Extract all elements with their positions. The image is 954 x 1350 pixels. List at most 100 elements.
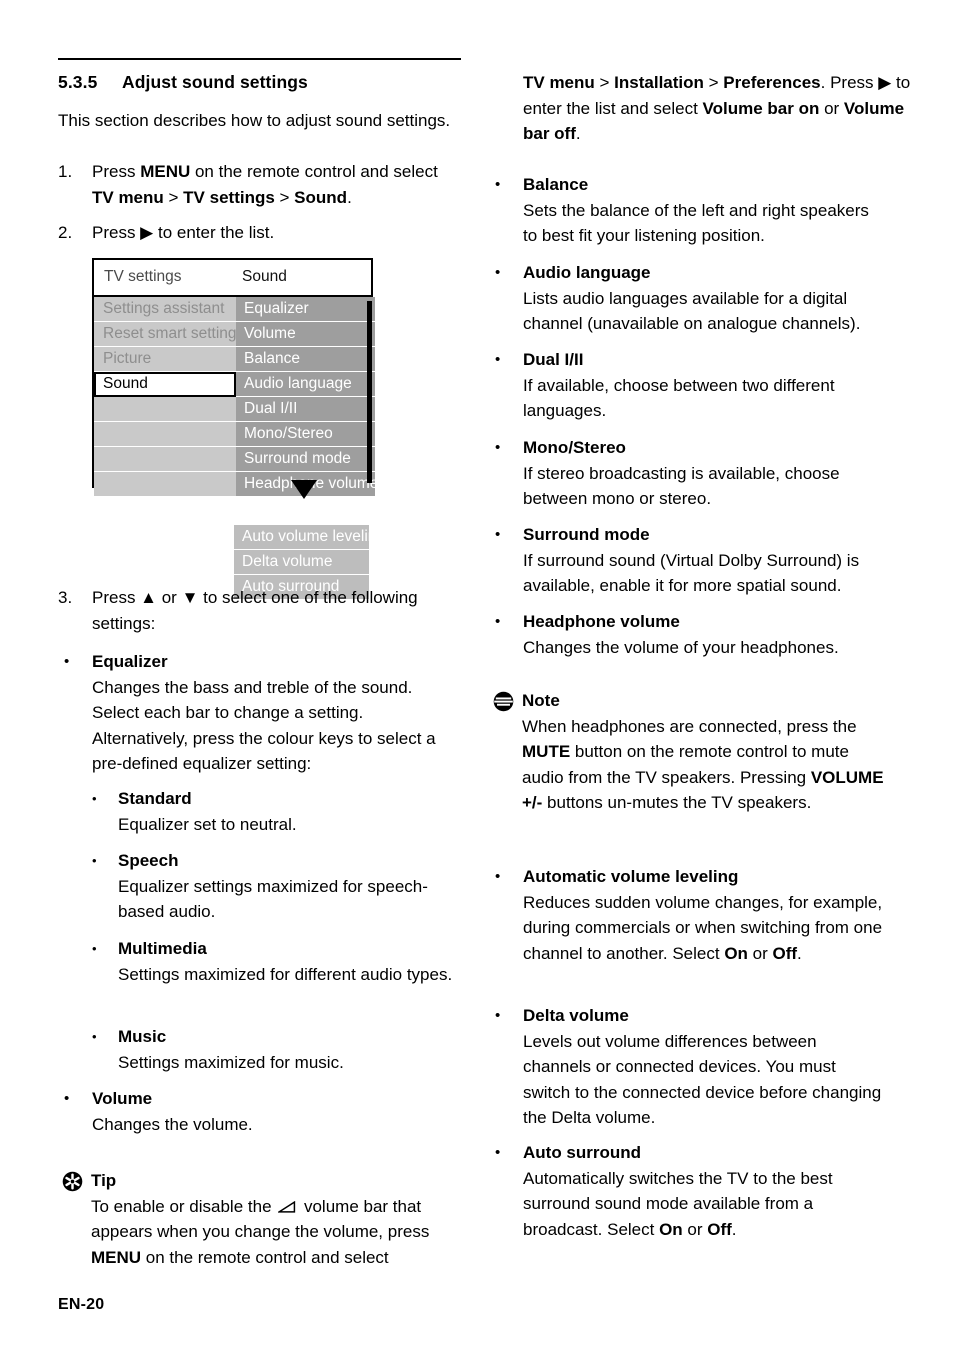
avl-bold-on: On xyxy=(724,943,748,963)
step-3-number: 3. xyxy=(58,588,73,607)
tip-body-pre: To enable or disable the xyxy=(91,1196,277,1216)
step-1: 1. Press MENU on the remote control and … xyxy=(58,159,460,211)
tip-callout: Tip To enable or disable the volume bar … xyxy=(60,1168,462,1270)
bullet-auto-surround-term: Auto surround xyxy=(523,1143,642,1162)
note-part1: When headphones are connected, press the xyxy=(522,716,857,736)
tv-submenu-item-dual-i-ii[interactable]: Dual I/II xyxy=(236,397,375,422)
bullet-dual-i-ii-term: Dual I/II xyxy=(523,350,584,369)
tv-menu-item-picture[interactable]: Picture xyxy=(94,347,236,372)
tv-menu-item-blank-4 xyxy=(94,472,236,497)
bullet-dot-icon: • xyxy=(495,264,501,281)
tv-submenu-item-surround-mode[interactable]: Surround mode xyxy=(236,447,375,472)
section-number: 5.3.5 xyxy=(58,72,98,92)
subbullet-dot-icon: • xyxy=(92,1029,97,1044)
tv-menu-item-sound-selected[interactable]: Sound xyxy=(94,372,236,397)
tv-submenu-item-equalizer[interactable]: Equalizer xyxy=(236,297,375,322)
as-part3: . xyxy=(731,1219,737,1239)
tv-menu-header-right: Sound xyxy=(242,268,287,285)
subbullet-speech-term: Speech xyxy=(118,851,179,870)
bullet-surround-mode-term: Surround mode xyxy=(523,525,650,544)
bullet-balance-desc: Sets the balance of the left and right s… xyxy=(523,200,869,246)
page-footer: EN-20 xyxy=(58,1296,105,1313)
step-3: 3. Press ▲ or ▼ to select one of the fol… xyxy=(58,585,462,637)
tv-menu-item-blank-3 xyxy=(94,447,236,472)
bullet-dual-i-ii: • Dual I/II If available, choose between… xyxy=(489,347,884,424)
bullet-automatic-volume-leveling-desc: Reduces sudden volume changes, for examp… xyxy=(523,893,882,963)
note-body: When headphones are connected, press the… xyxy=(522,714,891,816)
bullet-mono-stereo: • Mono/Stereo If stereo broadcasting is … xyxy=(489,435,884,512)
volume-bar-icon xyxy=(276,1195,297,1213)
section-title: Adjust sound settings xyxy=(122,72,308,92)
bullet-dot-icon: • xyxy=(495,351,501,368)
bullet-dual-i-ii-desc: If available, choose between two differe… xyxy=(523,375,835,421)
bullet-dot-icon: • xyxy=(64,1090,70,1107)
tv-menu-item-blank-1 xyxy=(94,397,236,422)
bullet-surround-mode: • Surround mode If surround sound (Virtu… xyxy=(489,522,884,599)
subbullet-multimedia: • Multimedia Settings maximized for diff… xyxy=(92,936,462,987)
note-lines-icon xyxy=(493,691,514,712)
step-3-text: Press ▲ or ▼ to select one of the follow… xyxy=(92,588,418,633)
bullet-audio-language-term: Audio language xyxy=(523,263,651,282)
bullet-audio-language-desc: Lists audio languages available for a di… xyxy=(523,288,861,334)
intro-paragraph: This section describes how to adjust sou… xyxy=(58,111,451,130)
tv-menu-right-column: Equalizer Volume Balance Audio language … xyxy=(236,297,375,497)
tip-body-bold: MENU xyxy=(91,1247,142,1267)
note-part3: buttons un-mutes the TV speakers. xyxy=(542,793,812,812)
tv-menu-scrollbar[interactable] xyxy=(367,301,372,483)
tv-submenu-item-delta-volume[interactable]: Delta volume xyxy=(234,550,369,575)
bullet-volume-desc: Changes the volume. xyxy=(92,1114,253,1134)
bullet-headphone-volume-desc: Changes the volume of your headphones. xyxy=(523,637,839,657)
avl-bold-off: Off xyxy=(772,943,798,963)
subbullet-dot-icon: • xyxy=(92,791,97,806)
tv-menu-item-settings-assistant[interactable]: Settings assistant xyxy=(94,297,236,322)
bullet-equalizer-term: Equalizer xyxy=(92,652,168,671)
subbullet-music-term: Music xyxy=(118,1027,167,1046)
tv-submenu-item-audio-language[interactable]: Audio language xyxy=(236,372,375,397)
bullet-auto-surround-desc: Automatically switches the TV to the bes… xyxy=(523,1169,833,1239)
tv-submenu-item-mono-stereo[interactable]: Mono/Stereo xyxy=(236,422,375,447)
subbullet-standard-term: Standard xyxy=(118,789,192,808)
step-2-text: Press ▶ to enter the list. xyxy=(92,223,275,242)
bullet-balance: • Balance Sets the balance of the left a… xyxy=(489,172,884,249)
tv-menu-item-reset-smart-settings[interactable]: Reset smart settings xyxy=(94,322,236,347)
bullet-dot-icon: • xyxy=(495,613,501,630)
avl-part1: Reduces sudden volume changes, for examp… xyxy=(523,892,883,963)
note-part2: button on the remote control to mute aud… xyxy=(522,742,849,787)
tv-submenu-item-auto-volume-leveling[interactable]: Auto volume leveling xyxy=(234,525,369,550)
as-part2: or xyxy=(682,1219,708,1239)
bullet-dot-icon: • xyxy=(495,176,501,193)
bullet-equalizer-desc: Changes the bass and treble of the sound… xyxy=(92,677,436,774)
subbullet-dot-icon: • xyxy=(92,941,97,956)
bullet-dot-icon: • xyxy=(495,526,501,543)
continuation-paragraph: TV menu > Installation > Preferences. Pr… xyxy=(523,73,911,143)
tv-menu-left-column: Settings assistant Reset smart settings … xyxy=(94,297,236,497)
tv-menu-item-blank-2 xyxy=(94,422,236,447)
scroll-down-triangle-icon xyxy=(291,480,317,499)
bullet-volume: • Volume Changes the volume. xyxy=(58,1086,453,1137)
tv-menu-frame: TV settings Sound Settings assistant Res… xyxy=(92,258,375,497)
bullet-dot-icon: • xyxy=(495,1144,501,1161)
step-2: 2. Press ▶ to enter the list. xyxy=(58,220,460,246)
note-callout: Note When headphones are connected, pres… xyxy=(491,688,891,816)
bullet-balance-term: Balance xyxy=(523,175,589,194)
note-bold-mute: MUTE xyxy=(522,742,571,761)
bullet-dot-icon: • xyxy=(64,653,70,670)
tip-asterisk-icon xyxy=(62,1171,83,1192)
subbullet-multimedia-term: Multimedia xyxy=(118,939,207,958)
step-1-number: 1. xyxy=(58,162,73,181)
avl-part3: . xyxy=(797,943,802,963)
tv-submenu-item-volume[interactable]: Volume xyxy=(236,322,375,347)
bullet-delta-volume: • Delta volume Levels out volume differe… xyxy=(489,1003,884,1131)
avl-part2: or xyxy=(747,943,773,963)
subbullet-standard: • Standard Equalizer set to neutral. xyxy=(92,786,462,837)
tv-submenu-item-balance[interactable]: Balance xyxy=(236,347,375,372)
subbullet-music: • Music Settings maximized for music. xyxy=(92,1024,462,1075)
tip-body-post: on the remote control and select xyxy=(141,1247,389,1267)
subbullet-music-desc: Settings maximized for music. xyxy=(118,1052,344,1072)
step-2-number: 2. xyxy=(58,223,73,242)
bullet-auto-surround: • Auto surround Automatically switches t… xyxy=(489,1140,884,1242)
bullet-delta-volume-desc: Levels out volume differences between ch… xyxy=(523,1031,882,1128)
bullet-surround-mode-desc: If surround sound (Virtual Dolby Surroun… xyxy=(523,550,860,596)
header-rule xyxy=(58,58,461,60)
tip-heading: Tip xyxy=(91,1171,117,1190)
